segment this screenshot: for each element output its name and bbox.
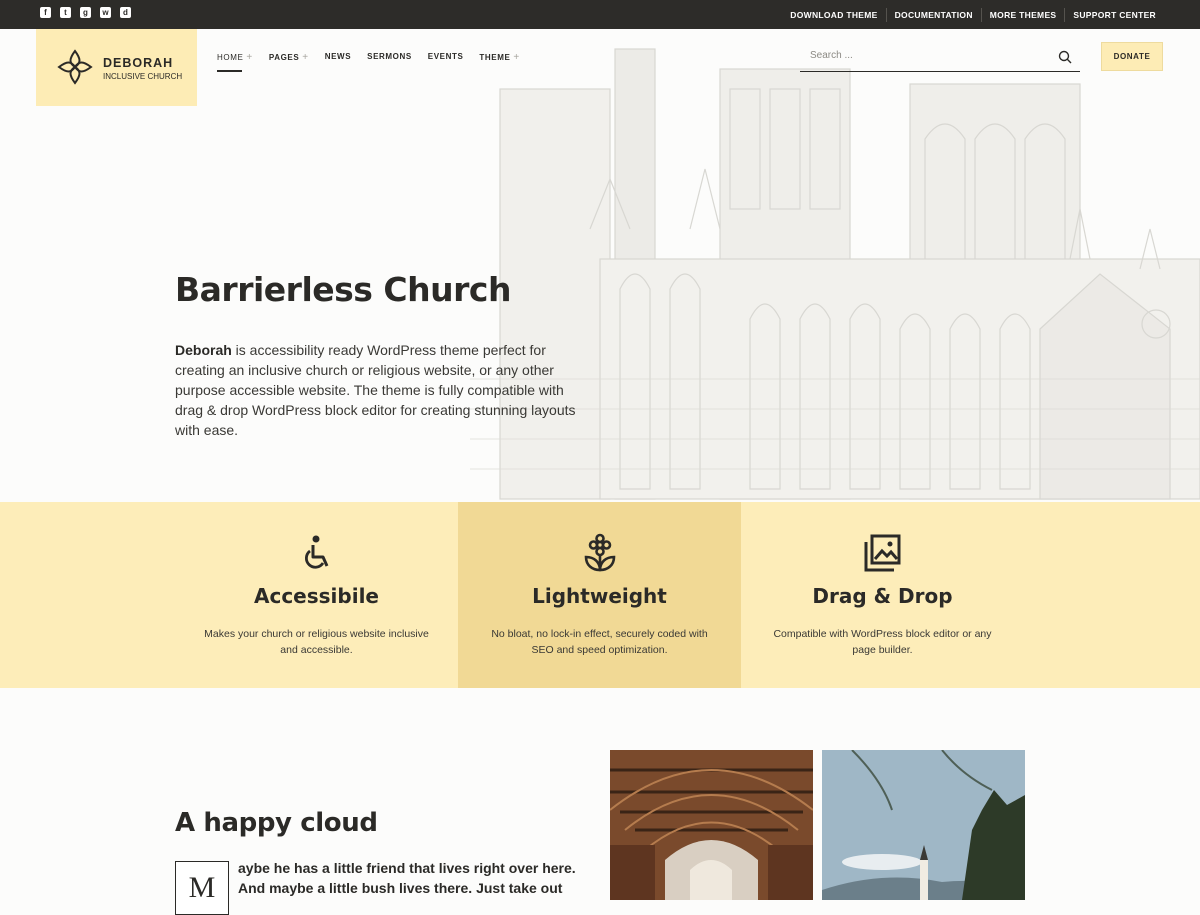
social-links: f t g w d bbox=[40, 7, 131, 18]
church-interior-photo bbox=[610, 750, 813, 900]
feature-title: Lightweight bbox=[532, 584, 667, 608]
main-navigation: HOME + PAGES + NEWS SERMONS EVENTS THEME + bbox=[217, 52, 536, 72]
facebook-icon[interactable]: f bbox=[40, 7, 51, 18]
documentation-link[interactable]: DOCUMENTATION bbox=[885, 7, 981, 22]
gallery-icon bbox=[864, 534, 901, 572]
submenu-plus-icon: + bbox=[302, 52, 309, 63]
download-theme-link[interactable]: DOWNLOAD THEME bbox=[782, 8, 885, 22]
dribbble-icon[interactable]: d bbox=[120, 7, 131, 18]
nav-label: SERMONS bbox=[367, 52, 412, 61]
feature-text: No bloat, no lock-in effect, securely co… bbox=[491, 628, 708, 656]
feature-drag-drop: Drag & Drop Compatible with WordPress bl… bbox=[741, 502, 1024, 688]
site-title: DEBORAH bbox=[103, 56, 174, 70]
nav-label: EVENTS bbox=[427, 52, 464, 61]
wordpress-icon[interactable]: w bbox=[100, 7, 111, 18]
feature-title: Accessibile bbox=[253, 584, 379, 608]
hero-description-text: is accessibility ready WordPress theme p… bbox=[175, 342, 576, 438]
wheelchair-icon bbox=[305, 535, 329, 569]
top-links: DOWNLOAD THEME DOCUMENTATION MORE THEMES… bbox=[782, 0, 1164, 29]
search-icon[interactable] bbox=[1058, 50, 1072, 64]
top-bar: f t g w d DOWNLOAD THEME DOCUMENTATION M… bbox=[0, 0, 1200, 29]
feature-accessible: Accessibile Makes your church or religio… bbox=[175, 502, 458, 688]
submenu-plus-icon: + bbox=[513, 52, 520, 63]
nav-item-sermons[interactable]: SERMONS bbox=[367, 52, 412, 63]
search-input[interactable] bbox=[808, 49, 1042, 62]
github-icon[interactable]: g bbox=[80, 7, 91, 18]
site-tagline: INCLUSIVE CHURCH bbox=[103, 72, 183, 81]
support-center-link[interactable]: SUPPORT CENTER bbox=[1064, 7, 1164, 22]
feature-lightweight: Lightweight No bloat, no lock-in effect,… bbox=[458, 502, 741, 688]
nav-label: HOME bbox=[217, 53, 244, 62]
more-themes-link[interactable]: MORE THEMES bbox=[980, 7, 1065, 22]
section-text: aybe he has a little friend that lives r… bbox=[238, 860, 576, 896]
section-title: A happy cloud bbox=[175, 808, 378, 838]
nav-item-pages[interactable]: PAGES + bbox=[269, 52, 309, 63]
nav-label: PAGES bbox=[268, 53, 300, 62]
nav-label: THEME bbox=[479, 53, 511, 62]
site-logo[interactable]: DEBORAH INCLUSIVE CHURCH bbox=[36, 29, 197, 106]
nav-item-events[interactable]: EVENTS bbox=[428, 52, 464, 63]
feature-text: Compatible with WordPress block editor o… bbox=[773, 628, 992, 656]
submenu-plus-icon: + bbox=[246, 52, 253, 63]
features-section: Accessibile Makes your church or religio… bbox=[0, 502, 1200, 688]
hero-brand-name: Deborah bbox=[175, 342, 232, 358]
feature-text: Makes your church or religious website i… bbox=[204, 628, 429, 656]
nav-item-news[interactable]: NEWS bbox=[325, 52, 351, 63]
donate-button[interactable]: DONATE bbox=[1101, 42, 1163, 71]
hero-title: Barrierless Church bbox=[175, 270, 511, 309]
nav-item-theme[interactable]: THEME + bbox=[479, 52, 519, 63]
hero-description: Deborah is accessibility ready WordPress… bbox=[175, 340, 580, 440]
church-landscape-photo bbox=[822, 750, 1025, 900]
nav-item-home[interactable]: HOME + bbox=[217, 52, 253, 72]
search-form bbox=[800, 43, 1080, 72]
nav-label: NEWS bbox=[324, 52, 352, 61]
twitter-icon[interactable]: t bbox=[60, 7, 71, 18]
dropcap-letter: M bbox=[175, 861, 229, 915]
flower-icon bbox=[584, 533, 616, 572]
cross-flower-icon bbox=[57, 49, 93, 85]
feature-title: Drag & Drop bbox=[812, 584, 953, 608]
